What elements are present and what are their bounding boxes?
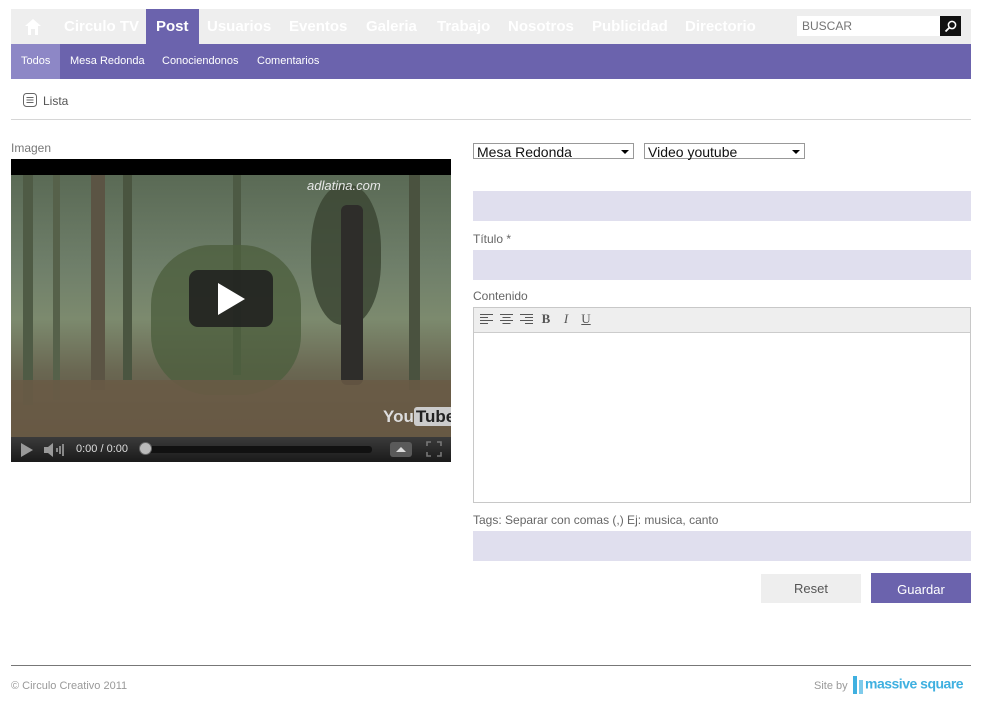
category-select[interactable]: Mesa Redonda bbox=[473, 143, 634, 160]
video-player[interactable]: adlatina.com You Tube 0:00 / 0:00 bbox=[11, 159, 451, 462]
nav-item-circulo-tv[interactable]: Circulo TV bbox=[64, 9, 139, 44]
nav-item-post[interactable]: Post bbox=[146, 9, 199, 44]
play-icon[interactable] bbox=[189, 270, 273, 327]
align-left-icon[interactable] bbox=[478, 311, 494, 327]
nav-item-trabajo[interactable]: Trabajo bbox=[437, 9, 490, 44]
align-center-icon[interactable] bbox=[498, 311, 514, 327]
save-button[interactable]: Guardar bbox=[871, 573, 971, 603]
image-label: Imagen bbox=[11, 141, 52, 155]
search-icon[interactable] bbox=[940, 16, 961, 36]
post-type-select-value: Video youtube bbox=[648, 144, 738, 160]
home-icon[interactable] bbox=[11, 9, 55, 44]
category-select-value: Mesa Redonda bbox=[477, 144, 572, 160]
tags-label: Tags: Separar con comas (,) Ej: musica, … bbox=[473, 513, 719, 527]
video-time: 0:00 / 0:00 bbox=[76, 443, 128, 455]
youtube-logo: You Tube bbox=[383, 407, 451, 427]
sub-nav-bar bbox=[11, 44, 971, 79]
url-field[interactable] bbox=[473, 191, 971, 221]
chevron-down-icon bbox=[792, 150, 800, 154]
video-progress-handle[interactable] bbox=[139, 442, 152, 455]
youtube-logo-tube: Tube bbox=[413, 407, 451, 426]
tags-field[interactable] bbox=[473, 531, 971, 561]
post-type-select[interactable]: Video youtube bbox=[644, 143, 805, 160]
youtube-logo-you: You bbox=[383, 407, 414, 426]
content-editor[interactable] bbox=[473, 307, 971, 503]
site-by-label: Site by bbox=[814, 680, 848, 692]
title-label: Título * bbox=[473, 232, 512, 246]
nav-item-nosotros[interactable]: Nosotros bbox=[508, 9, 574, 44]
subnav-item-conociendonos[interactable]: Conociendonos bbox=[162, 44, 238, 79]
title-field[interactable] bbox=[473, 250, 971, 280]
video-progress-track[interactable] bbox=[144, 446, 372, 453]
bold-glyph: B bbox=[541, 311, 551, 326]
nav-item-publicidad[interactable]: Publicidad bbox=[592, 9, 668, 44]
subnav-item-todos[interactable]: Todos bbox=[11, 44, 61, 79]
copyright-text: © Circulo Creativo 2011 bbox=[11, 680, 128, 692]
volume-icon[interactable] bbox=[43, 442, 67, 462]
subnav-item-comentarios[interactable]: Comentarios bbox=[257, 44, 319, 79]
reset-button[interactable]: Reset bbox=[761, 574, 861, 603]
divider bbox=[11, 119, 971, 120]
align-right-icon[interactable] bbox=[518, 311, 534, 327]
fullscreen-icon[interactable] bbox=[426, 441, 442, 462]
list-view-link[interactable]: Lista bbox=[43, 94, 68, 108]
italic-glyph: I bbox=[563, 311, 569, 326]
italic-icon[interactable]: I bbox=[558, 311, 574, 327]
brand-name: massive square bbox=[865, 675, 964, 692]
chevron-down-icon bbox=[621, 150, 629, 154]
nav-item-galeria[interactable]: Galeria bbox=[366, 9, 417, 44]
nav-item-directorio[interactable]: Directorio bbox=[685, 9, 756, 44]
nav-item-eventos[interactable]: Eventos bbox=[289, 9, 347, 44]
video-play-button-icon[interactable] bbox=[20, 443, 34, 462]
subnav-item-mesa-redonda[interactable]: Mesa Redonda bbox=[70, 44, 145, 79]
search-input[interactable] bbox=[797, 16, 940, 36]
list-icon[interactable] bbox=[23, 93, 37, 107]
underline-glyph: U bbox=[581, 311, 591, 326]
underline-icon[interactable]: U bbox=[578, 311, 594, 327]
nav-item-usuarios[interactable]: Usuarios bbox=[207, 9, 271, 44]
quality-menu-icon[interactable] bbox=[390, 442, 412, 457]
massive-square-logo[interactable]: massive square bbox=[852, 674, 964, 696]
bold-icon[interactable]: B bbox=[538, 311, 554, 327]
footer-divider bbox=[11, 665, 971, 666]
content-label: Contenido bbox=[473, 289, 528, 303]
video-watermark: adlatina.com bbox=[307, 178, 381, 193]
